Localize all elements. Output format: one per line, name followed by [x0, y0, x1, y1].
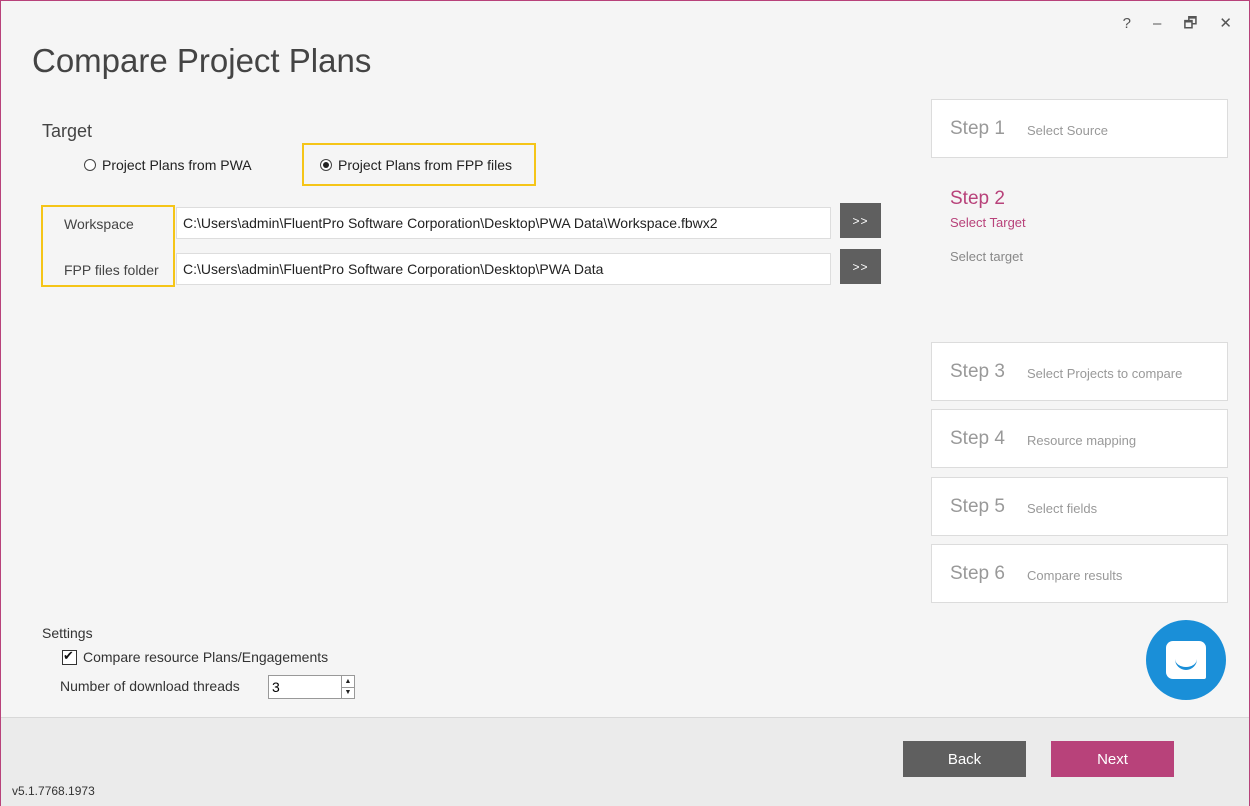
chat-bubble-icon	[1166, 641, 1206, 679]
target-label: Target	[42, 121, 93, 141]
version-label: v5.1.7768.1973	[12, 784, 95, 798]
fpp-folder-label: FPP files folder	[64, 262, 159, 278]
step-5[interactable]: Step 5 Select fields	[931, 477, 1228, 536]
checkbox-checked-icon[interactable]	[62, 648, 77, 665]
step-4-number: Step 4	[950, 427, 1005, 449]
restore-icon[interactable]: 🗗	[1183, 14, 1197, 34]
settings-label: Settings	[42, 625, 93, 641]
workspace-path-input[interactable]	[176, 207, 831, 239]
radio-fpp-files[interactable]: Project Plans from FPP files	[320, 157, 512, 173]
step-1[interactable]: Step 1 Select Source	[931, 99, 1228, 158]
threads-label: Number of download threads	[60, 678, 240, 694]
step-1-number: Step 1	[950, 117, 1005, 139]
radio-fpp-files-label: Project Plans from FPP files	[338, 157, 513, 173]
compare-resources-checkbox[interactable]: Compare resource Plans/Engagements	[62, 648, 329, 665]
help-icon[interactable]: ?	[1123, 14, 1131, 34]
step-6[interactable]: Step 6 Compare results	[931, 544, 1228, 603]
step-5-desc: Select fields	[1027, 501, 1098, 516]
workspace-label: Workspace	[64, 216, 134, 232]
next-button[interactable]: Next	[1051, 741, 1174, 777]
workspace-browse-button[interactable]: >>	[840, 203, 881, 238]
step-6-number: Step 6	[950, 562, 1005, 584]
step-4[interactable]: Step 4 Resource mapping	[931, 409, 1228, 468]
step-3-number: Step 3	[950, 360, 1005, 382]
step-1-desc: Select Source	[1027, 123, 1108, 138]
step-4-desc: Resource mapping	[1027, 433, 1137, 448]
step-6-desc: Compare results	[1027, 568, 1123, 583]
close-icon[interactable]: ✕	[1219, 14, 1232, 34]
radio-pwa[interactable]: Project Plans from PWA	[84, 157, 252, 173]
threads-stepper[interactable]: ▲ ▼	[268, 675, 355, 699]
step-2-desc: Select Target	[950, 215, 1026, 230]
stepper-down-icon[interactable]: ▼	[342, 688, 354, 699]
step-3-desc: Select Projects to compare	[1027, 366, 1183, 381]
minimize-icon[interactable]: –	[1153, 14, 1161, 34]
step-3[interactable]: Step 3 Select Projects to compare	[931, 342, 1228, 401]
step-2: Step 2 Select Target Select target	[950, 188, 1026, 264]
step-5-number: Step 5	[950, 495, 1005, 517]
stepper-arrows: ▲ ▼	[341, 676, 354, 698]
radio-fpp-files-indicator[interactable]	[320, 159, 332, 171]
chat-button[interactable]	[1146, 620, 1226, 700]
page-title: Compare Project Plans	[32, 42, 372, 79]
radio-pwa-indicator[interactable]	[84, 159, 96, 171]
fpp-folder-path-input[interactable]	[176, 253, 831, 285]
stepper-up-icon[interactable]: ▲	[342, 676, 354, 688]
threads-input[interactable]	[269, 676, 341, 698]
fpp-folder-browse-button[interactable]: >>	[840, 249, 881, 284]
step-2-number: Step 2	[950, 188, 1005, 209]
compare-resources-label: Compare resource Plans/Engagements	[83, 649, 329, 665]
step-2-sub: Select target	[950, 249, 1023, 264]
window-controls: ? – 🗗 ✕	[1123, 14, 1232, 34]
back-button[interactable]: Back	[903, 741, 1026, 777]
radio-pwa-label: Project Plans from PWA	[102, 157, 252, 173]
